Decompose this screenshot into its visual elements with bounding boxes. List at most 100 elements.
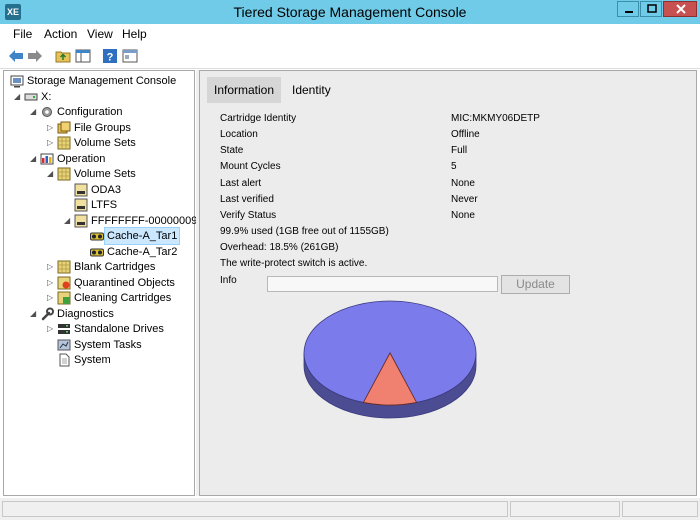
volume-icon (74, 198, 88, 212)
expand-arrow-icon[interactable]: ▷ (47, 290, 55, 306)
tape-cartridge-icon (90, 248, 104, 257)
cleaning-icon (57, 291, 71, 305)
tab-information[interactable]: Information (207, 77, 282, 103)
folder-up-icon[interactable] (55, 48, 71, 64)
status-segment-2 (510, 501, 620, 517)
blank-cartridges-icon (57, 260, 71, 274)
title-bar: XE Tiered Storage Management Console (0, 0, 700, 24)
tape-cartridge-icon (90, 232, 104, 241)
tree-label-root: Storage Management Console (27, 75, 177, 87)
volume-sets-icon (57, 167, 71, 181)
collapse-arrow-icon[interactable]: ◢ (30, 104, 38, 120)
tree-label-quarantined-objects: Quarantined Objects (74, 277, 175, 289)
cartridge-identity-label: Cartridge Identity (220, 113, 297, 124)
verify-status-label: Verify Status (220, 210, 277, 221)
expand-arrow-icon[interactable]: ▷ (47, 120, 55, 136)
show-hide-tree-icon[interactable] (75, 48, 91, 64)
expand-arrow-icon[interactable]: ▷ (47, 321, 55, 337)
location-label: Location (220, 129, 258, 140)
state-label: State (220, 145, 244, 156)
console-icon (10, 75, 24, 88)
tab-identity[interactable]: Identity (285, 77, 338, 103)
volume-icon (74, 183, 88, 197)
usage-text: 99.9% used (1GB free out of 1155GB) (220, 226, 389, 237)
menu-bar: File Action View Help (0, 24, 700, 44)
verify-status-value: None (451, 210, 475, 221)
tree-label-blank-cartridges: Blank Cartridges (74, 261, 156, 273)
drive-icon (24, 93, 38, 101)
mount-cycles-value: 5 (451, 161, 457, 172)
close-icon (676, 4, 686, 14)
quarantine-icon (57, 276, 71, 290)
tree-label-volume-ffff: FFFFFFFF-00000009 (91, 215, 198, 227)
expand-arrow-icon[interactable]: ▷ (47, 135, 55, 151)
menu-action[interactable]: Action (44, 27, 77, 41)
tree-label-configuration: Configuration (57, 106, 123, 118)
tree-label-system: System (74, 354, 111, 366)
window-title: Tiered Storage Management Console (233, 4, 467, 20)
help-icon[interactable]: ? (102, 48, 118, 64)
last-verified-label: Last verified (220, 194, 274, 205)
status-segment-3 (622, 501, 698, 517)
back-arrow-icon[interactable] (8, 48, 24, 64)
location-value: Offline (451, 129, 480, 140)
tree-label-config-volume-sets: Volume Sets (74, 137, 136, 149)
volume-sets-icon (57, 136, 71, 150)
info-label: Info (220, 275, 237, 286)
operation-icon (40, 153, 54, 165)
wrench-icon (41, 307, 54, 321)
close-button[interactable] (663, 1, 697, 17)
collapse-arrow-icon[interactable]: ◢ (14, 89, 22, 105)
write-protect-text: The write-protect switch is active. (220, 258, 368, 269)
overhead-text: Overhead: 18.5% (261GB) (220, 242, 339, 253)
file-groups-icon (57, 121, 71, 134)
status-bar (0, 498, 700, 520)
last-alert-label: Last alert (220, 178, 262, 189)
tree-label-ltfs: LTFS (91, 199, 118, 211)
tree-label-drive: X: (41, 91, 52, 103)
collapse-arrow-icon[interactable]: ◢ (64, 213, 72, 229)
tree-label-operation: Operation (57, 153, 106, 165)
maximize-button[interactable] (640, 1, 662, 17)
cartridge-identity-value: MIC:MKMY06DETP (451, 113, 540, 124)
menu-file[interactable]: File (13, 27, 32, 41)
document-icon (59, 353, 70, 367)
expand-arrow-icon[interactable]: ▷ (47, 259, 55, 275)
mount-cycles-label: Mount Cycles (220, 161, 281, 172)
svg-text:?: ? (107, 52, 114, 64)
tree-label-oda3: ODA3 (91, 184, 121, 196)
tree-label-system-tasks: System Tasks (74, 339, 142, 351)
menu-help[interactable]: Help (122, 27, 147, 41)
tree-label-cleaning-cartridges: Cleaning Cartridges (74, 292, 172, 304)
collapse-arrow-icon[interactable]: ◢ (47, 166, 55, 182)
tab-strip: Information Identity (207, 77, 347, 103)
tree-label-cache-tar1: Cache-A_Tar1 (103, 227, 181, 245)
tree-label-op-volume-sets: Volume Sets (74, 168, 136, 180)
status-segment-main (2, 501, 508, 517)
collapse-arrow-icon[interactable]: ◢ (30, 306, 38, 322)
last-alert-value: None (451, 178, 475, 189)
navigation-tree: Storage Management Console ◢ X: ◢ Config… (3, 70, 198, 496)
standalone-drives-icon (58, 324, 70, 334)
toolbar: ? (0, 44, 700, 69)
minimize-icon (625, 11, 633, 13)
tree-label-diagnostics: Diagnostics (57, 308, 114, 320)
properties-icon[interactable] (122, 48, 138, 64)
forward-arrow-icon[interactable] (27, 48, 43, 64)
system-tasks-icon (57, 339, 71, 351)
minimize-button[interactable] (617, 1, 639, 17)
last-verified-value: Never (451, 194, 478, 205)
update-button[interactable]: Update (501, 275, 570, 294)
collapse-arrow-icon[interactable]: ◢ (30, 151, 38, 167)
menu-view[interactable]: View (87, 27, 113, 41)
usage-pie-chart (303, 300, 477, 419)
info-field[interactable] (267, 276, 498, 292)
volume-icon (74, 214, 88, 228)
gear-icon (42, 107, 52, 117)
tree-label-standalone-drives: Standalone Drives (74, 323, 164, 335)
tree-label-cache-tar2: Cache-A_Tar2 (107, 246, 178, 258)
expand-arrow-icon[interactable]: ▷ (47, 275, 55, 291)
tree-label-file-groups: File Groups (74, 122, 131, 134)
maximize-icon (647, 4, 657, 13)
state-value: Full (451, 145, 468, 156)
